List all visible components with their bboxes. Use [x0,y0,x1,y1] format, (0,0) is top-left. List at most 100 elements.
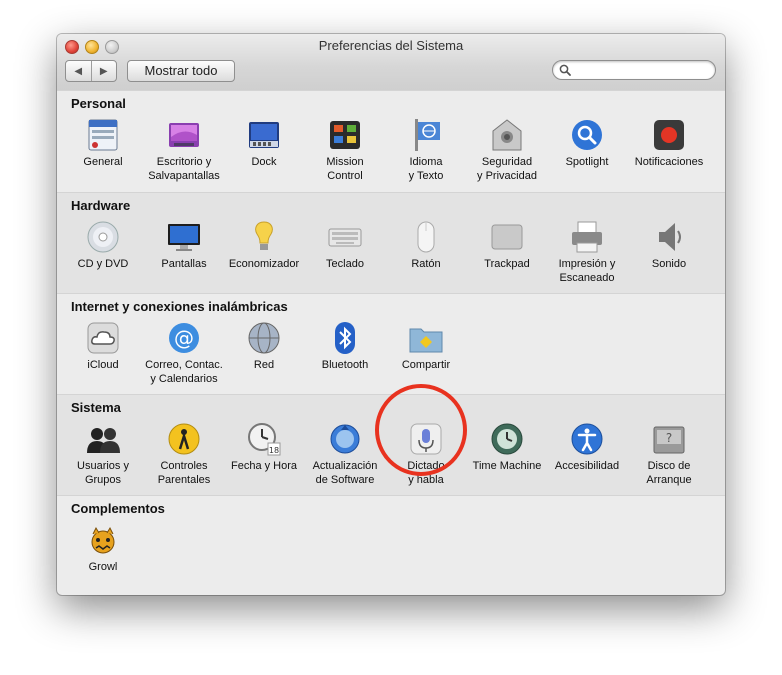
window-title: Preferencias del Sistema [318,38,464,53]
search-icon [559,64,571,76]
pref-pane-label: Actualización de Software [312,460,378,486]
pref-pane-label: Time Machine [472,460,542,472]
speaker-icon [659,223,681,251]
pref-pane-economizador[interactable]: Economizador [224,219,304,271]
pref-pane-trackpad[interactable]: Trackpad [467,219,547,271]
pref-pane-label: Escritorio y Salvapantallas [148,156,220,182]
microphone-icon [410,423,442,455]
trackpad-icon [491,224,523,250]
accessibility-icon [571,423,603,455]
at-icon: @ [169,323,199,353]
pref-pane-escritorio-y-salvapantallas[interactable]: Escritorio y Salvapantallas [144,117,224,183]
section-sistema: Sistema Usuarios y Grupos Controles Parent… [57,394,725,496]
folder-share-icon [409,328,443,353]
pref-pane-usuarios-y-grupos[interactable]: Usuarios y Grupos [63,421,143,487]
cd-icon [87,221,119,253]
pref-pane-label: Spotlight [565,156,609,168]
parental-icon [168,423,200,455]
pref-pane-label: Idioma y Texto [408,156,444,182]
section-title: Internet y conexiones inalámbricas [71,299,288,314]
pref-pane-label: Accesibilidad [554,460,620,472]
section-title: Complementos [71,501,165,516]
pref-pane-label: Red [253,359,275,371]
cloud-icon [87,322,119,354]
pref-pane-dictado-y-habla[interactable]: Dictado y habla [386,421,466,487]
pref-pane-mission-control[interactable]: Mission Control [305,117,385,183]
pref-pane-correo-contac-y-calendarios[interactable]: @ Correo, Contac. y Calendarios [144,320,224,386]
pref-pane-label: General [83,156,123,168]
pref-pane-fecha-y-hora[interactable]: 18 Fecha y Hora [224,421,304,473]
pref-pane-sonido[interactable]: Sonido [629,219,709,271]
search-field[interactable] [552,60,716,80]
mission-control-icon [330,121,360,149]
language-icon [415,119,440,151]
pref-pane-red[interactable]: Red [224,320,304,372]
forward-button[interactable]: ▶ [90,61,117,81]
section-title: Hardware [71,198,131,213]
keyboard-icon [328,228,362,247]
pref-pane-label: Compartir [401,359,451,371]
bluetooth-icon [335,322,355,354]
mouse-icon [417,221,435,253]
users-icon [87,428,120,453]
pref-pane-growl[interactable]: Growl [63,522,143,574]
title-bar: Preferencias del Sistema ◀ ▶ Mostrar tod… [57,34,725,91]
pref-pane-label: Impresión y Escaneado [558,258,616,284]
pref-pane-label: Growl [88,561,118,573]
svg-text:?: ? [666,431,672,445]
pref-pane-label: Bluetooth [321,359,369,371]
notifications-icon [654,120,684,150]
pref-pane-general[interactable]: General [63,117,143,169]
navigation-buttons: ◀ ▶ [65,60,117,82]
pref-pane-compartir[interactable]: Compartir [386,320,466,372]
display-icon [168,224,200,251]
section-internet-y-conexiones-inalambricas: Internet y conexiones inalámbricas iCloud… [57,293,725,395]
svg-text:18: 18 [269,446,279,455]
spotlight-icon [572,120,602,150]
section-personal: Personal General Escritorio y Salvapantall… [57,90,725,193]
pref-pane-label: Dock [251,156,277,168]
update-icon [330,424,360,454]
pref-pane-pantallas[interactable]: Pantallas [144,219,224,271]
pref-pane-label: Disco de Arranque [646,460,692,486]
search-input[interactable] [575,62,705,77]
section-title: Sistema [71,400,121,415]
pref-pane-accesibilidad[interactable]: Accesibilidad [547,421,627,473]
section-hardware: Hardware CD y DVD Pantallas Economizador Tec… [57,192,725,294]
pref-pane-notificaciones[interactable]: Notificaciones [629,117,709,169]
pref-pane-label: Dictado y habla [407,460,445,486]
pref-pane-label: CD y DVD [77,258,129,270]
pref-pane-controles-parentales[interactable]: Controles Parentales [144,421,224,487]
pref-pane-label: Seguridad y Privacidad [477,156,537,182]
pref-pane-label: Teclado [326,258,364,270]
pref-pane-actualizacion-de-software[interactable]: Actualización de Software [305,421,385,487]
pref-pane-seguridad-y-privacidad[interactable]: Seguridad y Privacidad [467,117,547,183]
back-button[interactable]: ◀ [66,61,91,81]
show-all-button[interactable]: Mostrar todo [127,60,235,82]
pref-pane-label: Trackpad [484,258,530,270]
pref-pane-dock[interactable]: Dock [224,117,304,169]
pref-pane-impresion-y-escaneado[interactable]: Impresión y Escaneado [547,219,627,285]
pref-pane-label: Usuarios y Grupos [77,460,129,486]
clock-icon: 18 [248,423,281,456]
pref-pane-label: Fecha y Hora [230,460,298,472]
pref-pane-label: Pantallas [161,258,207,270]
pref-pane-label: Controles Parentales [157,460,211,486]
general-icon [88,119,118,151]
pref-pane-time-machine[interactable]: Time Machine [467,421,547,473]
printer-icon [572,221,602,253]
pref-pane-label: Economizador [228,258,300,270]
pref-pane-raton[interactable]: Ratón [386,219,466,271]
growl-icon [91,526,115,554]
desktop-icon [169,123,199,147]
pref-pane-icloud[interactable]: iCloud [63,320,143,372]
pref-pane-spotlight[interactable]: Spotlight [547,117,627,169]
globe-icon [248,322,280,354]
system-preferences-window: Preferencias del Sistema ◀ ▶ Mostrar tod… [57,34,725,595]
pref-pane-teclado[interactable]: Teclado [305,219,385,271]
section-title: Personal [71,96,126,111]
pref-pane-disco-de-arranque[interactable]: ? Disco de Arranque [629,421,709,487]
pref-pane-cd-y-dvd[interactable]: CD y DVD [63,219,143,271]
pref-pane-idioma-y-texto[interactable]: Idioma y Texto [386,117,466,183]
pref-pane-bluetooth[interactable]: Bluetooth [305,320,385,372]
